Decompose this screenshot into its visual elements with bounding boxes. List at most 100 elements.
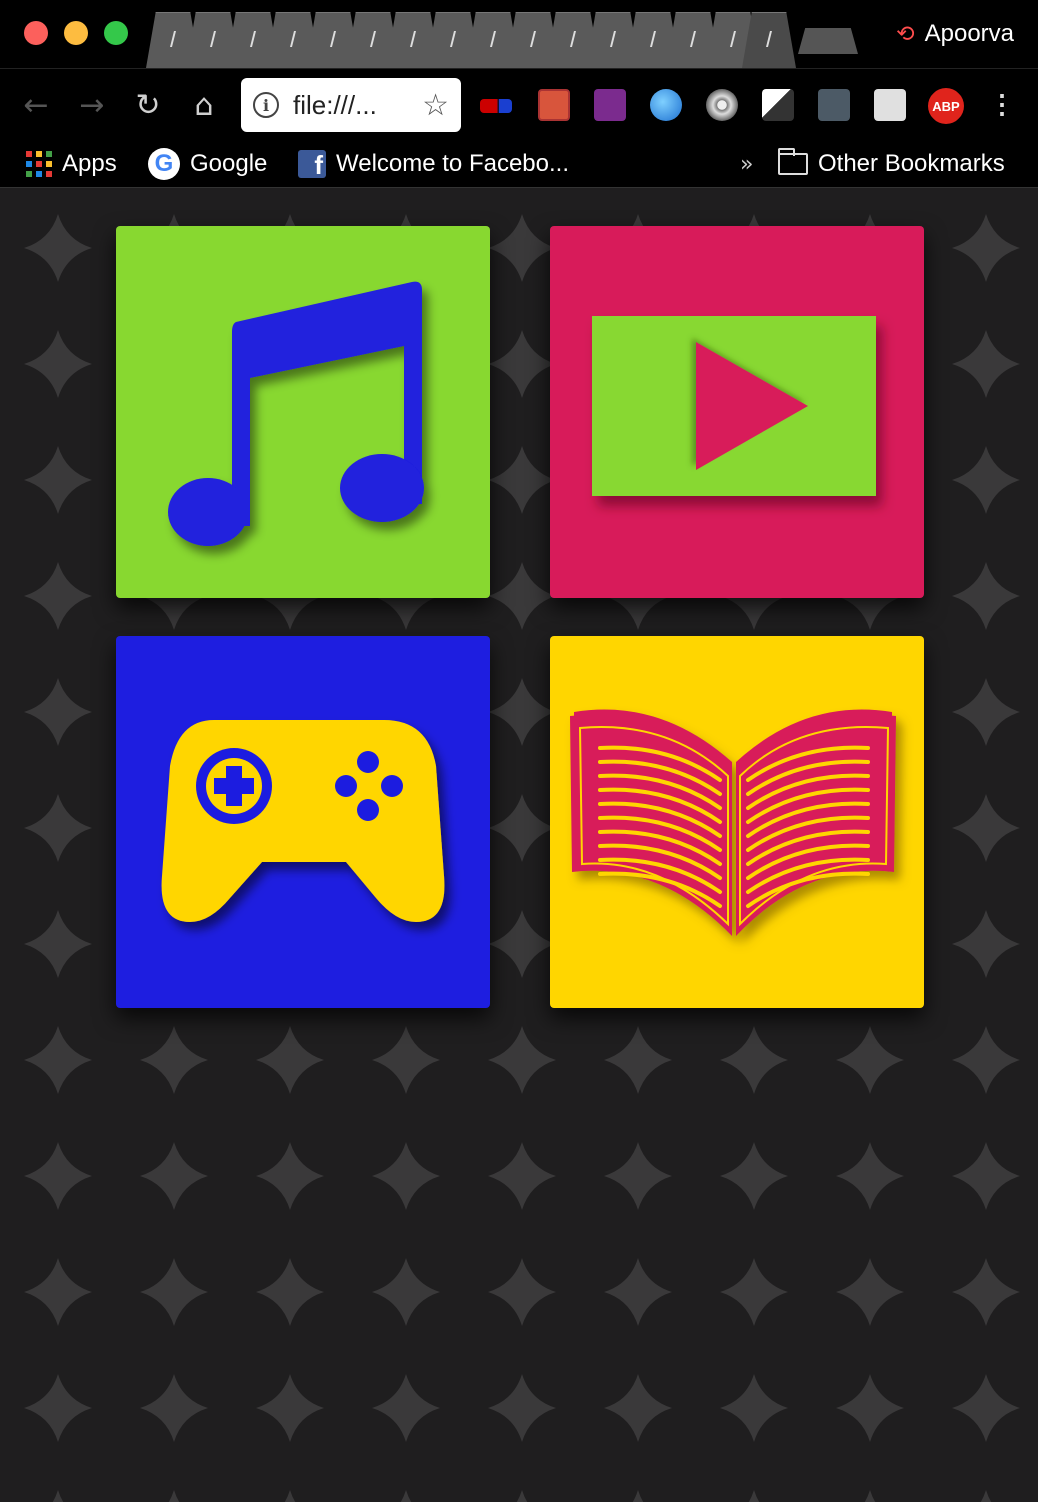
profile-name: Apoorva <box>924 20 1014 47</box>
reload-icon[interactable]: ↻ <box>128 85 168 125</box>
sparkle-shape <box>604 1026 672 1094</box>
sparkle-shape <box>284 1490 296 1502</box>
sparkle-shape <box>24 330 92 398</box>
play-video-icon <box>592 316 876 496</box>
sparkle-shape <box>720 1258 788 1326</box>
profile-button[interactable]: ⟲ Apoorva <box>896 18 1014 50</box>
sparkle-shape <box>256 1026 324 1094</box>
books-tile[interactable] <box>550 636 924 1008</box>
sparkle-shape <box>24 1026 92 1094</box>
address-bar[interactable]: i file:///... ☆ <box>241 78 461 132</box>
sparkle-shape <box>488 1258 556 1326</box>
sparkle-shape <box>256 1142 324 1210</box>
sparkle-shape <box>952 214 1020 282</box>
bookmark-google[interactable]: G Google <box>148 146 267 182</box>
sparkle-shape <box>604 1142 672 1210</box>
music-note-icon <box>168 281 424 546</box>
url-text[interactable]: file:///... <box>293 90 422 121</box>
minimize-window-button[interactable] <box>64 21 88 45</box>
sparkle-shape <box>488 794 556 862</box>
sparkle-shape <box>372 1374 440 1442</box>
music-tile[interactable] <box>116 226 490 598</box>
sparkle-shape <box>24 1258 92 1326</box>
sparkle-shape <box>256 1258 324 1326</box>
sparkle-shape <box>604 1374 672 1442</box>
bookmark-other-bookmarks[interactable]: Other Bookmarks <box>778 146 1005 182</box>
google-logo-icon: G <box>148 148 180 180</box>
info-icon[interactable]: i <box>253 92 279 118</box>
sparkle-shape <box>24 446 92 514</box>
bookmark-label: Apps <box>62 150 117 177</box>
sparkle-shape <box>864 1490 876 1502</box>
sparkle-shape <box>748 1490 760 1502</box>
sparkle-shape <box>372 1142 440 1210</box>
maximize-window-button[interactable] <box>104 21 128 45</box>
tab-strip <box>146 12 796 68</box>
sync-paused-icon: ⟲ <box>896 21 915 47</box>
back-arrow-icon[interactable]: ← <box>16 85 56 125</box>
bookmark-label: Other Bookmarks <box>818 150 1005 177</box>
sparkle-shape <box>952 1026 1020 1094</box>
bookmark-apps[interactable]: Apps <box>26 146 117 182</box>
browser-toolbar: ← → ↻ ⌂ i file:///... ☆ <box>0 68 1038 140</box>
extension-icon[interactable] <box>650 89 682 121</box>
bookmark-facebook[interactable]: f Welcome to Facebo... <box>298 146 569 182</box>
sparkle-shape <box>836 1142 904 1210</box>
bookmark-label: Welcome to Facebo... <box>336 150 569 177</box>
sparkle-shape <box>140 1142 208 1210</box>
sparkle-shape <box>980 1490 992 1502</box>
adblock-icon[interactable]: ABP <box>928 88 964 124</box>
extension-icon[interactable] <box>480 99 512 113</box>
extension-icon[interactable] <box>762 89 794 121</box>
sparkle-shape <box>488 214 556 282</box>
bookmark-star-icon[interactable]: ☆ <box>422 88 449 123</box>
sparkle-shape <box>720 1026 788 1094</box>
forward-arrow-icon[interactable]: → <box>72 85 112 125</box>
sparkle-shape <box>140 1258 208 1326</box>
facebook-logo-icon: f <box>298 150 326 178</box>
bookmarks-overflow-button[interactable]: » <box>740 146 753 182</box>
sparkle-shape <box>24 214 92 282</box>
sparkle-shape <box>488 562 556 630</box>
sparkle-shape <box>400 1490 412 1502</box>
apps-grid-icon <box>26 151 52 177</box>
sparkle-shape <box>256 1374 324 1442</box>
extension-icon[interactable] <box>706 89 738 121</box>
games-tile[interactable] <box>116 636 490 1008</box>
sparkle-shape <box>952 1374 1020 1442</box>
extension-icon[interactable] <box>594 89 626 121</box>
extension-icon[interactable] <box>538 89 570 121</box>
sparkle-shape <box>516 1490 528 1502</box>
sparkle-shape <box>372 1258 440 1326</box>
sparkle-shape <box>168 1490 180 1502</box>
sparkle-shape <box>24 562 92 630</box>
sparkle-shape <box>488 678 556 746</box>
sparkle-shape <box>488 330 556 398</box>
new-tab-button[interactable] <box>798 28 858 54</box>
sparkle-shape <box>24 794 92 862</box>
gamepad-icon <box>161 720 445 922</box>
sparkle-shape <box>24 1142 92 1210</box>
close-window-button[interactable] <box>24 21 48 45</box>
sparkle-shape <box>952 330 1020 398</box>
sparkle-shape <box>604 1258 672 1326</box>
sparkle-shape <box>140 1374 208 1442</box>
sparkle-shape <box>952 910 1020 978</box>
sparkle-shape <box>952 446 1020 514</box>
sparkle-shape <box>488 910 556 978</box>
open-book-icon <box>570 709 896 936</box>
sparkle-shape <box>140 1026 208 1094</box>
sparkle-shape <box>24 1374 92 1442</box>
extension-icon[interactable] <box>874 89 906 121</box>
video-tile[interactable] <box>550 226 924 598</box>
extension-icon[interactable] <box>818 89 850 121</box>
sparkle-shape <box>836 1026 904 1094</box>
sparkle-shape <box>24 678 92 746</box>
browser-menu-icon[interactable]: ⋮ <box>989 88 1015 120</box>
sparkle-shape <box>24 910 92 978</box>
sparkle-shape <box>952 562 1020 630</box>
sparkle-shape <box>952 1142 1020 1210</box>
home-icon[interactable]: ⌂ <box>184 85 224 125</box>
sparkle-shape <box>488 1026 556 1094</box>
sparkle-shape <box>372 1026 440 1094</box>
